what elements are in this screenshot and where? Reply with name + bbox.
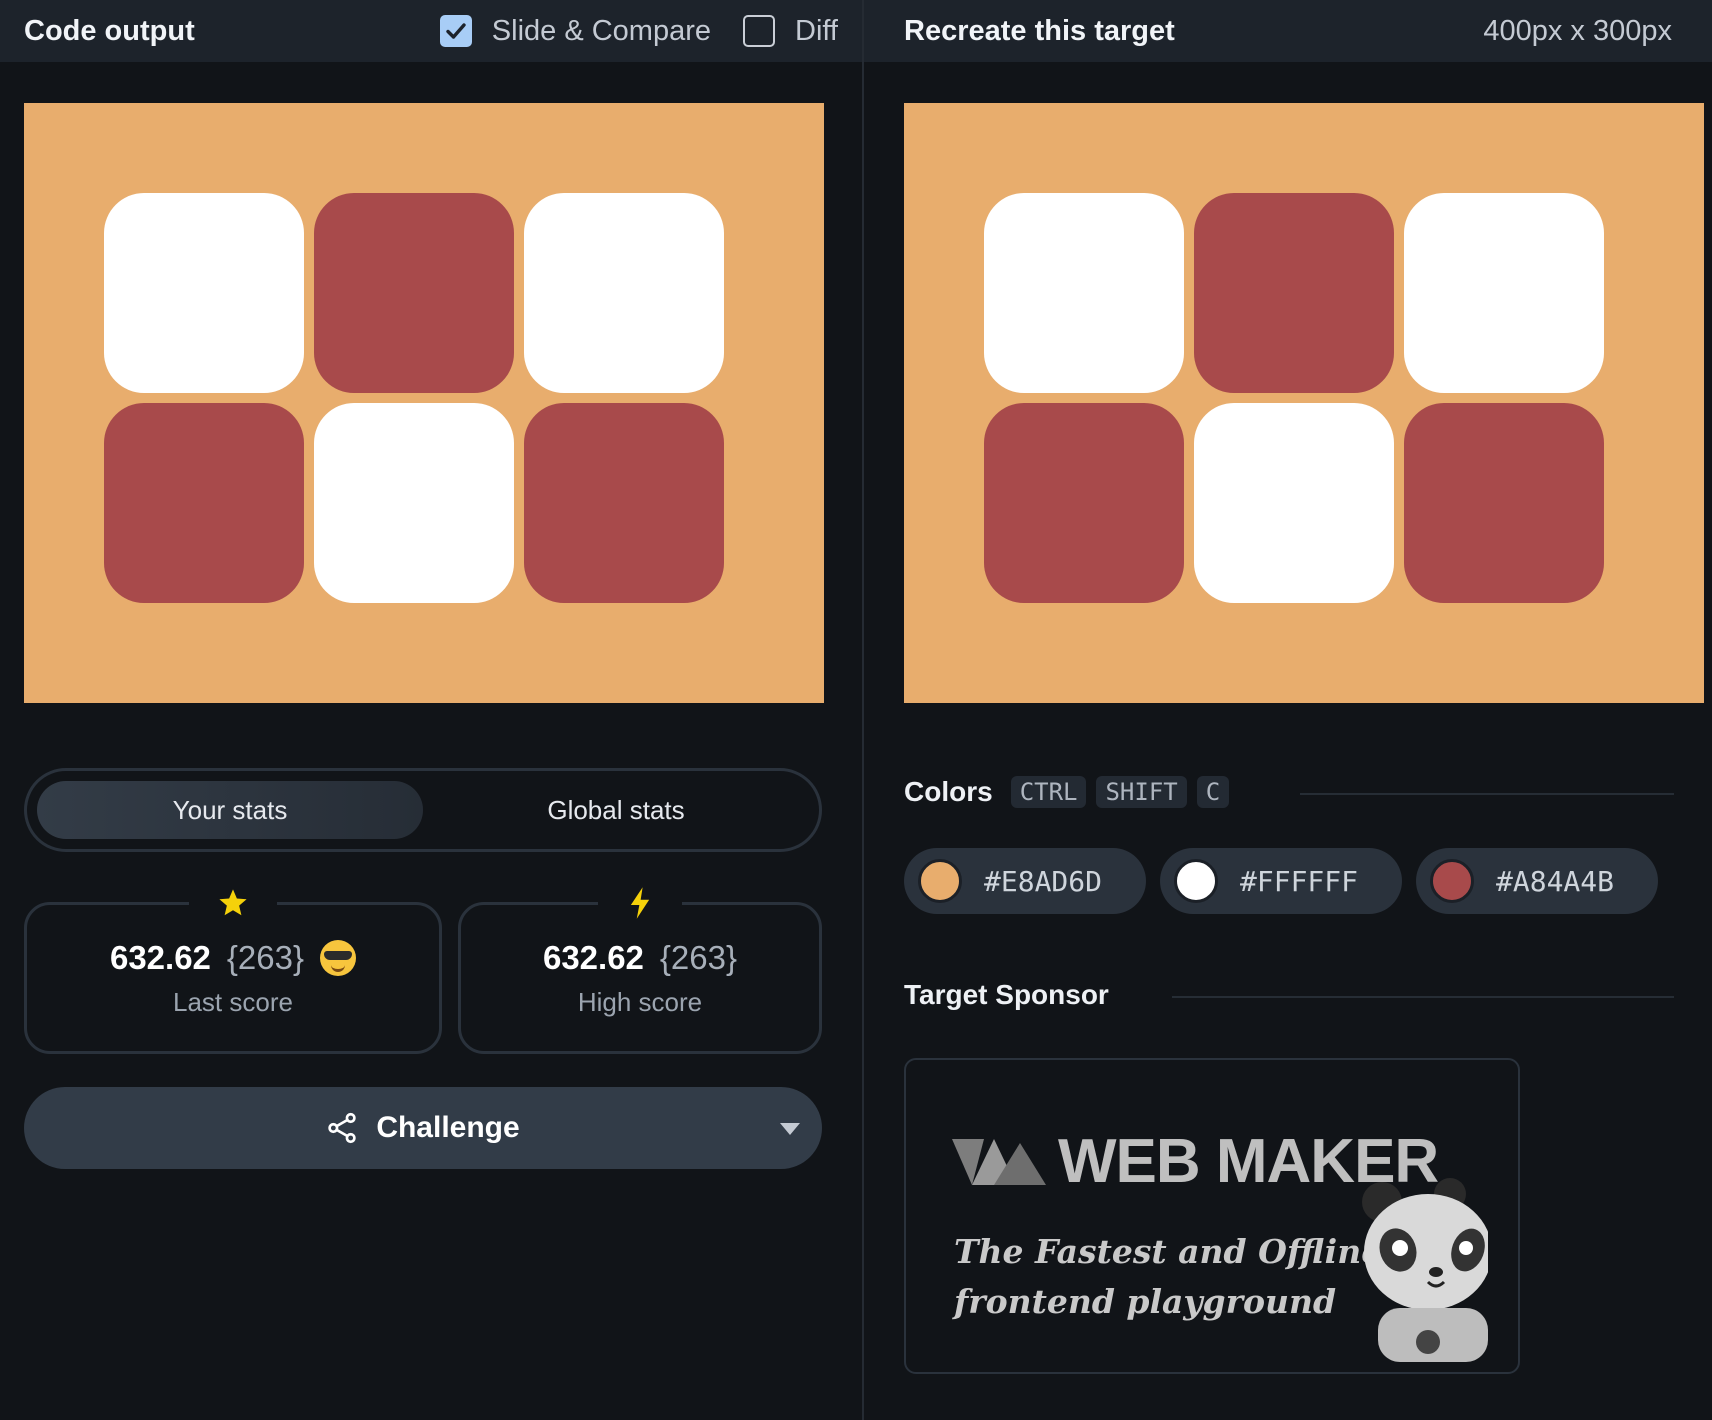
challenge-label: Challenge (376, 1111, 520, 1144)
diff-checkbox[interactable] (743, 15, 776, 47)
last-score-label: Last score (173, 986, 293, 1017)
swatch-hex: #E8AD6D (984, 864, 1103, 898)
canvas-tile (1404, 193, 1604, 393)
shortcut-key-c: C (1196, 776, 1230, 808)
swatch-dot (918, 859, 962, 903)
sunglasses-emoji-icon (320, 939, 357, 976)
high-score-card: 632.62 {263} High score (458, 879, 822, 1054)
slide-compare-checkbox[interactable] (439, 15, 472, 47)
color-swatch-1[interactable]: #E8AD6D (904, 848, 1146, 914)
last-score-card: 632.62 {263} Last score (24, 879, 442, 1054)
lightning-icon (630, 887, 650, 919)
swatch-hex: #A84A4B (1496, 864, 1615, 898)
canvas-tile (524, 193, 724, 393)
sponsor-title: Target Sponsor (904, 979, 1109, 1010)
colors-divider (1300, 793, 1674, 795)
canvas-tile (1194, 403, 1394, 603)
share-icon (328, 1112, 357, 1144)
sponsor-tagline-1: The Fastest and Offline (954, 1232, 1383, 1271)
high-score-count: {263} (659, 938, 738, 976)
high-score-value: 632.62 (542, 938, 644, 976)
canvas-tile (984, 403, 1184, 603)
canvas-tile (314, 193, 514, 393)
color-swatch-3[interactable]: #A84A4B (1416, 848, 1658, 914)
shortcut-key-shift: SHIFT (1096, 776, 1187, 808)
colors-section-header: Colors CTRL SHIFT C (904, 776, 1230, 808)
target-title: Recreate this target (904, 14, 1175, 47)
target-dimensions: 400px x 300px (1483, 14, 1672, 47)
target-canvas (904, 103, 1704, 703)
sponsor-card[interactable]: WEB MAKER The Fastest and Offline fronte… (904, 1058, 1520, 1374)
panel-divider (862, 0, 864, 1420)
stats-toggle: Your stats Global stats (24, 768, 822, 852)
tab-your-stats[interactable]: Your stats (37, 781, 423, 839)
diff-label[interactable]: Diff (795, 15, 838, 48)
swatch-dot (1430, 859, 1474, 903)
sponsor-section-header: Target Sponsor (904, 979, 1109, 1011)
canvas-tile (104, 403, 304, 603)
swatch-hex: #FFFFFF (1240, 864, 1359, 898)
canvas-tile (984, 193, 1184, 393)
last-score-count: {263} (226, 938, 305, 976)
star-icon (219, 889, 247, 916)
last-score-value: 632.62 (109, 938, 211, 976)
code-output-header: Code output Slide & Compare Diff (0, 0, 862, 62)
webmaker-logo-icon (952, 1138, 1046, 1185)
challenge-button[interactable]: Challenge (24, 1087, 822, 1169)
swatch-dot (1174, 859, 1218, 903)
tab-global-stats[interactable]: Global stats (423, 781, 809, 839)
sponsor-divider (1172, 996, 1674, 998)
canvas-tile (104, 193, 304, 393)
code-output-canvas[interactable] (24, 103, 824, 703)
chevron-down-icon[interactable] (780, 1123, 800, 1135)
canvas-tile (1194, 193, 1394, 393)
canvas-tile (524, 403, 724, 603)
color-swatch-2[interactable]: #FFFFFF (1160, 848, 1402, 914)
high-score-label: High score (577, 986, 703, 1017)
shortcut-key-ctrl: CTRL (1010, 776, 1087, 808)
canvas-tile (314, 403, 514, 603)
checkmark-icon (446, 23, 466, 39)
code-output-title: Code output (24, 14, 195, 47)
colors-title: Colors (904, 776, 993, 807)
panda-mascot-icon (1362, 1178, 1488, 1362)
slide-compare-label[interactable]: Slide & Compare (492, 15, 711, 48)
target-header: Recreate this target 400px x 300px (864, 0, 1712, 62)
sponsor-tagline-2: frontend playground (954, 1282, 1337, 1321)
canvas-tile (1404, 403, 1604, 603)
